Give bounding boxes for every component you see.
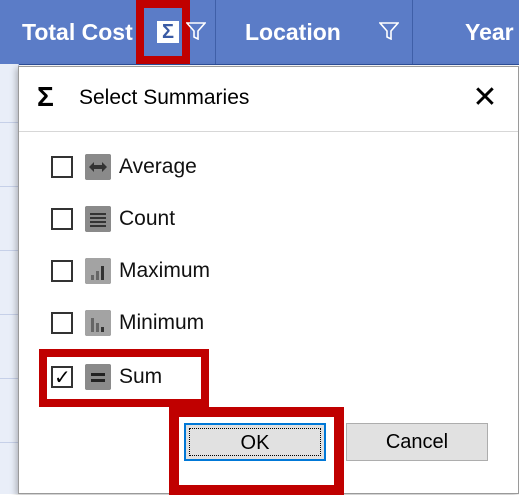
sigma-icon: Σ	[37, 81, 54, 112]
close-icon[interactable]: ✕	[471, 83, 499, 113]
sum-icon	[85, 364, 111, 390]
cancel-button[interactable]: Cancel	[346, 423, 488, 461]
maximum-checkbox[interactable]	[51, 260, 73, 282]
average-icon	[85, 154, 111, 180]
maximum-icon	[85, 258, 111, 284]
count-checkbox[interactable]	[51, 208, 73, 230]
column-header-location[interactable]: Location	[245, 0, 341, 64]
row-divider	[0, 250, 18, 251]
column-header-year[interactable]: Year	[465, 0, 514, 64]
dialog-title-bar: Σ Select Summaries ✕	[19, 67, 518, 131]
row-divider	[0, 442, 18, 443]
option-label: Average	[119, 155, 197, 178]
count-icon	[85, 206, 111, 232]
grid-header: Total Cost Σ Location Year	[0, 0, 519, 65]
option-label: Sum	[119, 365, 163, 388]
divider	[19, 131, 518, 132]
sigma-icon[interactable]: Σ	[157, 21, 179, 43]
summary-button-highlight[interactable]: Σ	[136, 0, 190, 64]
filter-icon[interactable]	[186, 22, 206, 40]
option-label: Minimum	[119, 311, 205, 334]
option-label: Count	[119, 207, 176, 230]
select-summaries-dialog: Σ Select Summaries ✕ Average Count Maxim…	[18, 66, 519, 495]
filter-icon[interactable]	[379, 22, 399, 40]
average-checkbox[interactable]	[51, 156, 73, 178]
row-divider	[0, 378, 18, 379]
row-divider	[0, 186, 18, 187]
minimum-icon	[85, 310, 111, 336]
dialog-title: Select Summaries	[79, 86, 250, 109]
column-header-total-cost[interactable]: Total Cost	[22, 0, 133, 64]
sum-checkbox[interactable]	[51, 365, 73, 390]
ok-button[interactable]: OK	[184, 423, 326, 461]
column-separator[interactable]	[412, 0, 413, 64]
minimum-checkbox[interactable]	[51, 312, 73, 334]
row-divider	[0, 122, 18, 123]
grid-row-indicators	[0, 64, 19, 494]
row-divider	[0, 314, 18, 315]
option-label: Maximum	[119, 259, 211, 282]
column-separator[interactable]	[215, 0, 216, 64]
